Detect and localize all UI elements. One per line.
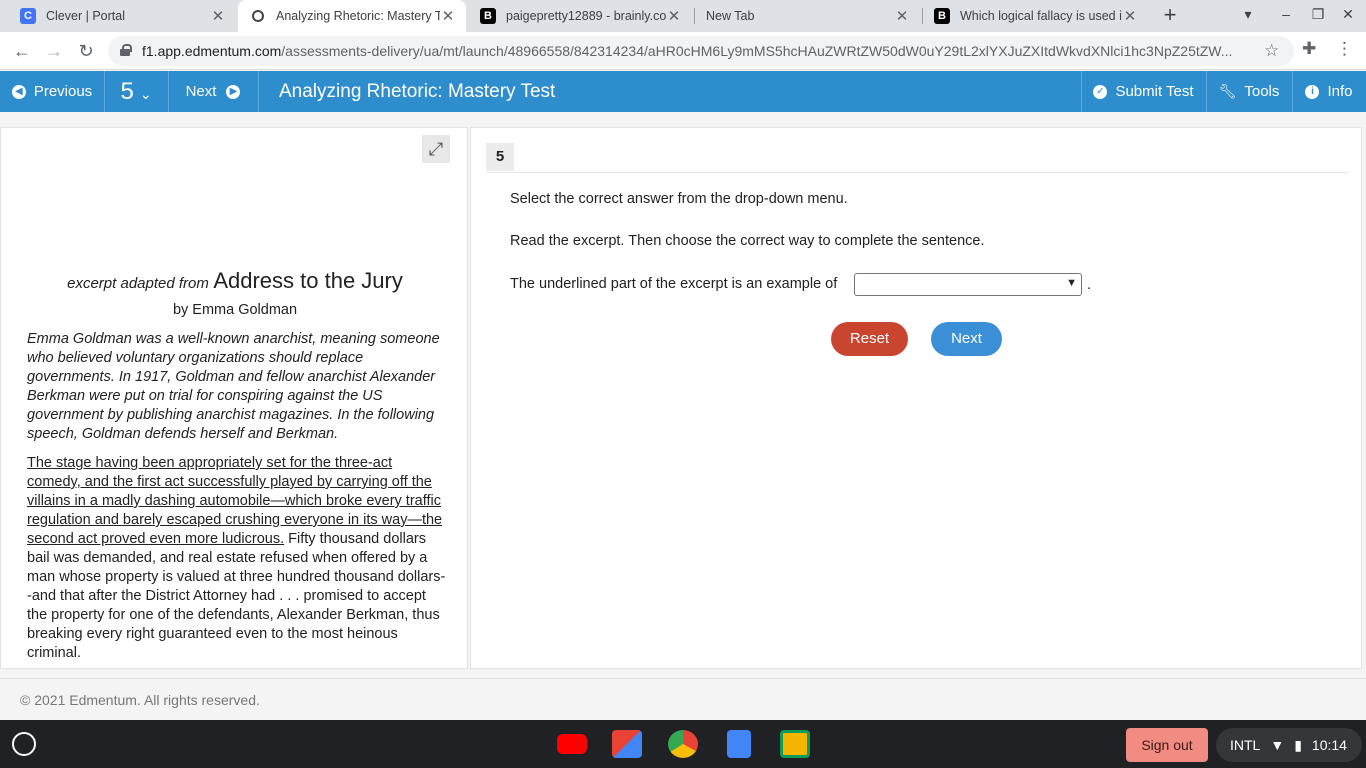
excerpt-body: The stage having been appropriately set … [27,454,447,663]
question-number-badge: 5 [486,143,514,171]
chrome-app-icon[interactable] [668,730,698,758]
edmentum-favicon-icon [252,10,264,22]
question-prompt: Read the excerpt. Then choose the correc… [510,233,985,249]
clever-favicon-icon: C [20,8,36,24]
check-circle-icon: ✓ [1093,84,1108,99]
left-arrow-icon: ◀ [11,84,26,99]
next-header-button[interactable]: Next ▶ [168,71,258,112]
bookmark-star-icon[interactable]: ☆ [1264,41,1279,61]
previous-button[interactable]: ◀ Previous [0,71,104,112]
test-title: Analyzing Rhetoric: Mastery Test [279,80,556,102]
address-bar[interactable]: f1.app.edmentum.com/assessments-delivery… [108,36,1294,66]
brainly-favicon-icon: B [480,8,496,24]
excerpt-heading: excerpt adapted from Address to the Jury [1,268,467,294]
os-shelf: Sign out INTL ▼ ▮ 10:14 [0,720,1366,768]
submit-test-button[interactable]: ✓ Submit Test [1081,71,1206,112]
brainly-favicon-icon: B [934,8,950,24]
question-number: 5 [120,77,134,105]
info-button[interactable]: i Info [1292,71,1366,112]
right-arrow-icon: ▶ [226,84,241,99]
lock-icon [120,44,132,56]
restore-icon[interactable]: ❐ [1308,6,1328,23]
reset-button[interactable]: Reset [831,322,908,356]
tab-title: Clever | Portal [46,9,125,23]
tab-title: New Tab [706,9,755,23]
launcher-icon[interactable] [12,732,36,756]
previous-label: Previous [33,83,93,100]
wrench-icon: 🔧︎ [1218,83,1237,99]
reload-icon[interactable]: ↻ [74,39,98,63]
browser-tab-new[interactable]: New Tab ✕ [694,0,920,32]
browser-tab-strip: C Clever | Portal ✕ Analyzing Rhetoric: … [0,0,1366,32]
excerpt-byline: by Emma Goldman [172,302,298,318]
input-method-indicator: INTL [1230,737,1261,753]
excerpt-pre-title: excerpt adapted from [67,275,209,292]
new-tab-plus-icon[interactable]: + [1158,4,1182,28]
google-classroom-app-icon[interactable] [780,730,810,758]
submit-label: Submit Test [1115,83,1194,100]
close-window-icon[interactable]: ✕ [1338,6,1358,23]
gmail-app-icon[interactable] [612,730,642,758]
forward-arrow-icon[interactable]: → [42,39,66,63]
answer-dropdown[interactable]: ▼ [854,273,1082,296]
excerpt-title: Address to the Jury [213,268,403,293]
question-instruction: Select the correct answer from the drop-… [510,191,848,207]
clock: 10:14 [1311,737,1347,753]
browser-tab-edmentum[interactable]: Analyzing Rhetoric: Mastery Te ✕ [238,0,466,32]
copyright-text: © 2021 Edmentum. All rights reserved. [20,692,260,708]
tools-button[interactable]: 🔧︎ Tools [1206,71,1292,112]
divider [258,71,259,112]
next-label: Next [185,83,217,100]
back-arrow-icon[interactable]: ← [10,39,34,63]
google-docs-app-icon[interactable] [727,730,751,758]
tab-title: Analyzing Rhetoric: Mastery Te [276,9,440,23]
browser-tab-brainly-fallacy[interactable]: B Which logical fallacy is used in ✕ [922,0,1148,32]
extensions-puzzle-icon[interactable]: ✚ [1302,39,1316,59]
chevron-down-icon: ⌄ [139,86,152,102]
url-text[interactable]: f1.app.edmentum.com/assessments-delivery… [142,43,1242,59]
close-tab-icon[interactable]: ✕ [894,7,910,25]
sentence-period: . [1087,277,1092,293]
divider [486,172,1348,173]
close-tab-icon[interactable]: ✕ [210,7,226,25]
close-tab-icon[interactable]: ✕ [1122,7,1138,25]
excerpt-panel[interactable]: ⤢ excerpt adapted from Address to the Ju… [0,127,468,669]
info-label: Info [1327,83,1353,100]
close-tab-icon[interactable]: ✕ [666,7,682,25]
page-footer: © 2021 Edmentum. All rights reserved. [0,678,1366,720]
browser-toolbar: ← → ↻ f1.app.edmentum.com/assessments-de… [0,32,1366,70]
next-button[interactable]: Next [931,322,1002,356]
url-host: f1.app.edmentum.com [142,43,282,59]
chevron-down-icon: ▼ [1066,277,1077,289]
close-tab-icon[interactable]: ✕ [440,7,456,25]
minimize-icon[interactable]: – [1276,6,1296,22]
battery-icon: ▮ [1294,736,1302,753]
url-path: /assessments-delivery/ua/mt/launch/48966… [281,43,1233,59]
tab-search-icon[interactable]: ▾ [1238,6,1258,23]
tools-label: Tools [1244,83,1280,100]
tab-title: Which logical fallacy is used in [960,9,1122,23]
expand-icon[interactable]: ⤢ [422,135,450,163]
assessment-header: ◀ Previous 5 ⌄ Next ▶ Analyzing Rhetoric… [0,71,1366,112]
question-sentence: The underlined part of the excerpt is an… [510,276,838,292]
tab-title: paigepretty12889 - brainly.com [506,9,666,23]
question-panel: 5 Select the correct answer from the dro… [470,127,1362,669]
status-tray[interactable]: INTL ▼ ▮ 10:14 [1216,728,1362,762]
sign-out-button[interactable]: Sign out [1126,728,1208,762]
info-icon: i [1305,84,1320,99]
question-selector[interactable]: 5 ⌄ [104,71,168,112]
browser-tab-brainly[interactable]: B paigepretty12889 - brainly.com ✕ [468,0,692,32]
excerpt-intro: Emma Goldman was a well-known anarchist,… [27,331,440,442]
youtube-app-icon[interactable] [557,734,587,754]
wifi-icon: ▼ [1270,737,1285,753]
browser-tab-clever[interactable]: C Clever | Portal ✕ [8,0,236,32]
passage-rest: Fifty thousand dollars bail was demanded… [27,531,446,661]
browser-menu-icon[interactable]: ⋮ [1336,39,1353,59]
